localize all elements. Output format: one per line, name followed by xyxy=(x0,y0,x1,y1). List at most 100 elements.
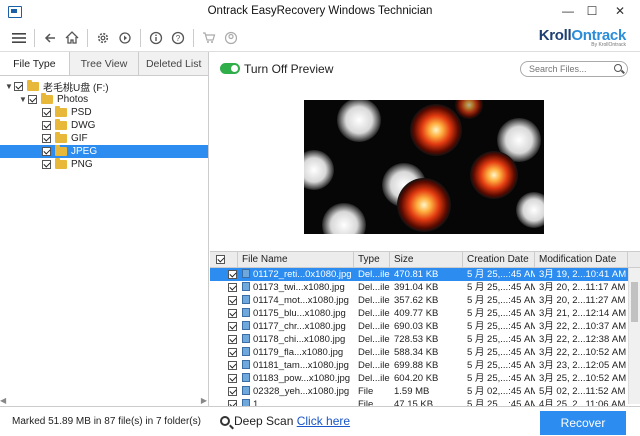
row-checkbox[interactable] xyxy=(210,307,238,320)
tree-item[interactable]: DWG xyxy=(0,119,208,132)
recover-button[interactable]: Recover xyxy=(540,411,626,435)
row-checkbox[interactable] xyxy=(210,359,238,372)
column-creation-date[interactable]: Creation Date xyxy=(463,252,535,267)
tab-file-type[interactable]: File Type xyxy=(0,52,70,75)
column-type[interactable]: Type xyxy=(354,252,390,267)
view-tabs: File Type Tree View Deleted List xyxy=(0,52,209,76)
cell-modification-date: 3月 20, 2...11:27 AM xyxy=(539,295,626,306)
cell-type: Del...ile xyxy=(358,308,390,319)
row-checkbox[interactable] xyxy=(210,385,238,398)
tree-item[interactable]: PNG xyxy=(0,158,208,171)
file-name-text: 01175_blu...x1080.jpg xyxy=(253,308,346,319)
cell-size: 470.81 KB xyxy=(394,269,439,280)
minimize-button[interactable]: — xyxy=(558,3,578,19)
magnifier-icon xyxy=(220,416,230,426)
status-bar: Marked 51.89 MB in 87 file(s) in 7 folde… xyxy=(0,406,640,436)
toolbar: ? KrollOntrack By KrollOntrack xyxy=(0,24,640,52)
tree-item-checkbox[interactable] xyxy=(42,134,51,143)
folder-icon xyxy=(41,93,53,104)
cell-creation-date: 5 月 25,...:45 AM xyxy=(467,321,535,332)
search-icon[interactable] xyxy=(614,64,622,72)
tree-item[interactable]: PSD xyxy=(0,106,208,119)
deep-scan-link[interactable]: Click here xyxy=(297,414,350,428)
toolbar-divider xyxy=(193,28,194,47)
settings-icon[interactable] xyxy=(92,27,114,49)
cell-creation-date: 5 月 25,...:45 AM xyxy=(467,269,535,280)
cell-creation-date: 5 月 25,...:45 AM xyxy=(467,347,535,358)
row-checkbox[interactable] xyxy=(210,346,238,359)
logo-brand-a: Kroll xyxy=(538,27,572,44)
table-row[interactable]: 01183_pow...x1080.jpg Del...ile 604.20 KB 5… xyxy=(210,372,640,385)
table-row[interactable]: 01173_twi...x1080.jpg Del...ile 391.04 KB 5… xyxy=(210,281,640,294)
row-checkbox[interactable] xyxy=(210,268,238,281)
cell-modification-date: 3月 23, 2...12:05 AM xyxy=(539,360,627,371)
tree-item-checkbox[interactable] xyxy=(14,82,23,91)
back-icon[interactable] xyxy=(39,27,61,49)
cell-modification-date: 3月 22, 2...10:52 AM xyxy=(539,347,627,358)
folder-icon xyxy=(55,132,67,143)
help-icon[interactable]: ? xyxy=(167,27,189,49)
cell-modification-date: 3月 19, 2...10:41 AM xyxy=(539,269,627,280)
table-row[interactable]: 01181_tam...x1080.jpg Del...ile 699.88 KB 5… xyxy=(210,359,640,372)
cell-file-name: 01175_blu...x1080.jpg xyxy=(238,307,354,320)
refresh-icon[interactable] xyxy=(114,27,136,49)
table-vertical-scrollbar[interactable] xyxy=(628,268,640,404)
cell-type: Del...ile xyxy=(358,269,390,280)
tab-tree-view[interactable]: Tree View xyxy=(69,52,140,75)
table-row[interactable]: 01178_chi...x1080.jpg Del...ile 728.53 KB 5… xyxy=(210,333,640,346)
column-modification-date[interactable]: Modification Date xyxy=(535,252,628,267)
maximize-button[interactable]: ☐ xyxy=(582,3,602,19)
preview-toggle[interactable] xyxy=(220,63,240,74)
table-row[interactable]: 02328_yeh...x1080.jpg File 1.59 MB 5 月 02,.… xyxy=(210,385,640,398)
cell-modification-date: 3月 25, 2...10:52 AM xyxy=(539,373,627,384)
scrollbar-thumb[interactable] xyxy=(631,282,638,322)
image-file-icon xyxy=(242,295,250,304)
tree-item-checkbox[interactable] xyxy=(42,121,51,130)
tree-item[interactable]: JPEG xyxy=(0,145,208,158)
select-all-checkbox[interactable] xyxy=(210,252,238,267)
cell-size: 690.03 KB xyxy=(394,321,439,332)
row-checkbox[interactable] xyxy=(210,281,238,294)
tree-item[interactable]: ▼ Photos xyxy=(0,93,208,106)
tree-item[interactable]: ▼ 老毛桃U盘 (F:) xyxy=(0,80,208,94)
table-row[interactable]: 01175_blu...x1080.jpg Del...ile 409.77 KB 5… xyxy=(210,307,640,320)
tree-expander-icon[interactable]: ▼ xyxy=(18,95,28,104)
home-icon[interactable] xyxy=(61,27,83,49)
tree-item-checkbox[interactable] xyxy=(42,108,51,117)
row-checkbox[interactable] xyxy=(210,333,238,346)
tree-item-checkbox[interactable] xyxy=(28,95,37,104)
file-name-text: 01177_chr...x1080.jpg xyxy=(253,321,346,332)
cell-type: Del...ile xyxy=(358,373,390,384)
row-checkbox[interactable] xyxy=(210,320,238,333)
tree-horizontal-scrollbar[interactable]: ◀ ▶ xyxy=(0,396,209,406)
left-panel: File Type Tree View Deleted List ▼ 老毛桃U盘 … xyxy=(0,52,209,406)
tree-item-checkbox[interactable] xyxy=(42,160,51,169)
table-row[interactable]: 01179_fla...x1080.jpg Del...ile 588.34 KB 5… xyxy=(210,346,640,359)
table-row[interactable]: 01172_reti...0x1080.jpg Del...ile 470.81 K… xyxy=(210,268,640,281)
cell-modification-date: 3月 22, 2...10:37 AM xyxy=(539,321,627,332)
tree-item[interactable]: GIF xyxy=(0,132,208,145)
row-checkbox[interactable] xyxy=(210,294,238,307)
column-file-name[interactable]: File Name xyxy=(238,252,354,267)
column-size[interactable]: Size xyxy=(390,252,463,267)
tree-expander-icon[interactable]: ▼ xyxy=(4,82,14,91)
tab-deleted-list[interactable]: Deleted List xyxy=(139,52,209,75)
menu-icon[interactable] xyxy=(8,27,30,49)
account-icon[interactable] xyxy=(220,27,242,49)
info-icon[interactable] xyxy=(145,27,167,49)
folder-tree: ▼ 老毛桃U盘 (F:) ▼ Photos PSD DWG GIF JPEG PNG xyxy=(0,76,208,171)
search-input[interactable] xyxy=(520,61,628,77)
cell-file-name: 01179_fla...x1080.jpg xyxy=(238,346,354,359)
tree-item-label: PNG xyxy=(71,159,93,170)
tree-item-checkbox[interactable] xyxy=(42,147,51,156)
file-table: File Name Type Size Creation Date Modifi… xyxy=(210,251,640,410)
close-button[interactable]: ✕ xyxy=(610,3,630,19)
table-row[interactable]: 01177_chr...x1080.jpg Del...ile 690.03 KB 5… xyxy=(210,320,640,333)
cart-icon[interactable] xyxy=(198,27,220,49)
folder-icon xyxy=(55,106,67,117)
image-file-icon xyxy=(242,308,250,317)
cell-type: Del...ile xyxy=(358,360,390,371)
row-checkbox[interactable] xyxy=(210,372,238,385)
table-row[interactable]: 01174_mot...x1080.jpg Del...ile 357.62 KB 5… xyxy=(210,294,640,307)
file-name-text: 01178_chi...x1080.jpg xyxy=(253,334,346,345)
